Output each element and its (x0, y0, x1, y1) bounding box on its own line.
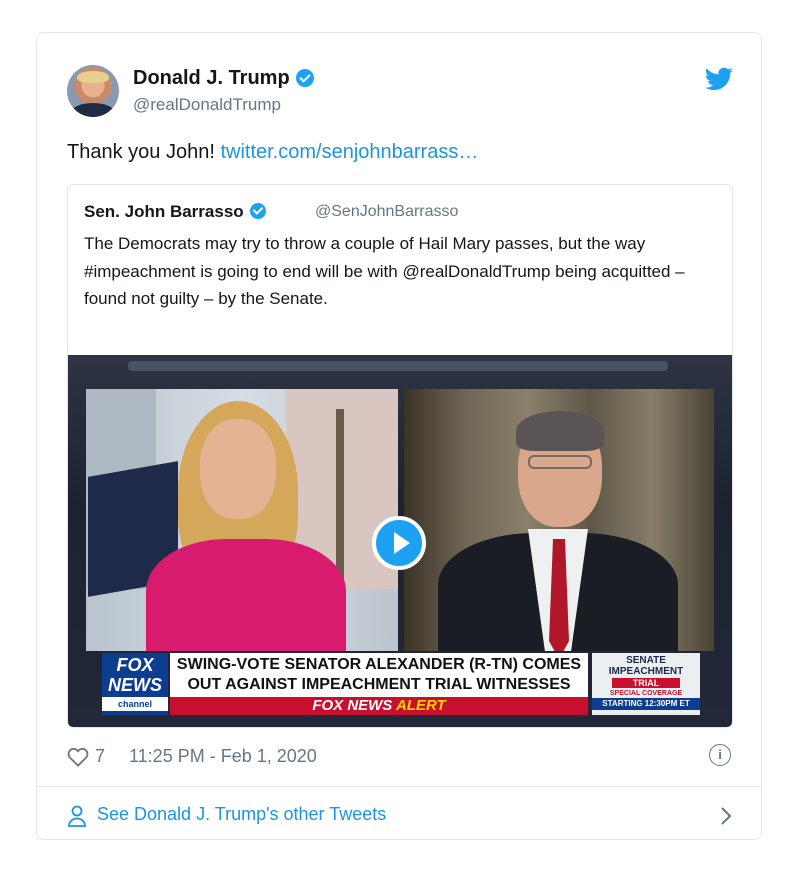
avatar-suit (71, 103, 115, 117)
play-icon[interactable] (372, 516, 426, 570)
tweet-body: Thank you John! (67, 141, 221, 163)
senator-hair (516, 411, 604, 451)
tweet-text: Thank you John! twitter.com/senjohnbarra… (67, 141, 478, 164)
coverage-line-4: SPECIAL COVERAGE (609, 690, 683, 697)
quoted-tweet[interactable]: Sen. John Barrasso @SenJohnBarrasso The … (67, 184, 733, 728)
logo-line-3: channel (102, 697, 168, 711)
logo-line-2: NEWS (108, 675, 162, 695)
like-count[interactable]: 7 (95, 746, 105, 767)
user-icon (68, 805, 86, 827)
coverage-box: SENATE IMPEACHMENT TRIAL SPECIAL COVERAG… (592, 653, 700, 715)
quoted-author-name[interactable]: Sen. John Barrasso (84, 202, 244, 221)
chyron-headline: SWING-VOTE SENATOR ALEXANDER (R-TN) COME… (170, 653, 588, 697)
other-tweets-label[interactable]: See Donald J. Trump's other Tweets (97, 804, 386, 825)
coverage-line-5: STARTING 12:30PM ET (592, 698, 700, 710)
chevron-right-icon[interactable] (719, 806, 733, 826)
twitter-bird-icon[interactable] (705, 67, 733, 91)
news-chyron: FOX NEWS channel SWING-VOTE SENATOR ALEX… (102, 653, 728, 717)
quoted-tweet-text: The Democrats may try to throw a couple … (84, 234, 685, 308)
anchor-body (146, 539, 346, 651)
coverage-line-1: SENATE (626, 655, 666, 666)
fox-news-logo: FOX NEWS channel (102, 653, 168, 715)
senator-glasses (528, 455, 592, 469)
video-right-pane (404, 389, 714, 651)
heart-icon[interactable] (67, 747, 89, 767)
divider (37, 786, 761, 787)
avatar-hair (77, 71, 109, 83)
video-left-pane (86, 389, 398, 651)
info-icon[interactable]: i (709, 744, 731, 766)
video-player[interactable]: FOX NEWS channel SWING-VOTE SENATOR ALEX… (68, 355, 732, 727)
verified-badge-icon (295, 69, 314, 87)
author-avatar[interactable] (67, 65, 119, 117)
studio-background (128, 361, 668, 371)
author-name-row[interactable]: Donald J. Trump (133, 67, 314, 90)
anchor-face (200, 419, 276, 519)
tweet-link[interactable]: twitter.com/senjohnbarrass… (220, 141, 478, 163)
logo-line-1: FOX (116, 655, 154, 675)
tweet-card: Donald J. Trump @realDonaldTrump Thank y… (36, 32, 762, 840)
tweet-timestamp[interactable]: 11:25 PM - Feb 1, 2020 (129, 746, 317, 767)
quoted-author-name-row[interactable]: Sen. John Barrasso (84, 202, 266, 222)
coverage-line-3: TRIAL (612, 678, 680, 688)
coverage-line-2: IMPEACHMENT (608, 666, 684, 677)
verified-badge-icon (249, 203, 266, 219)
author-handle[interactable]: @realDonaldTrump (133, 95, 281, 115)
author-name[interactable]: Donald J. Trump (133, 67, 290, 89)
news-alert-bar: FOX NEWS ALERT (170, 697, 588, 715)
other-tweets-link[interactable]: See Donald J. Trump's other Tweets (67, 803, 733, 829)
alert-prefix: FOX NEWS (312, 697, 393, 714)
alert-word: ALERT (392, 697, 446, 714)
quoted-author-handle[interactable]: @SenJohnBarrasso (315, 203, 458, 221)
